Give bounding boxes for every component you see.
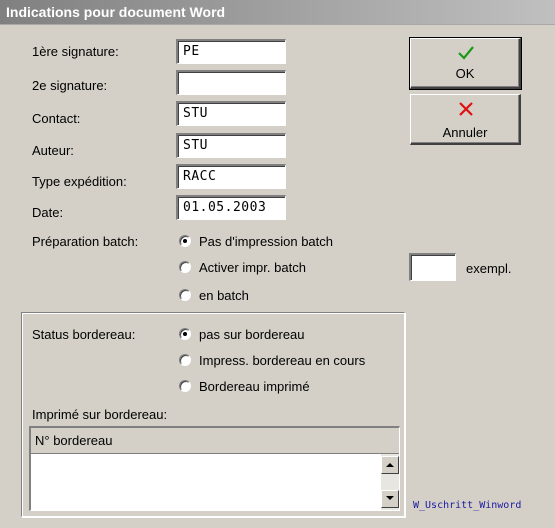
contact-field[interactable]: STU [176,101,286,126]
date-field[interactable]: 01.05.2003 [176,195,286,220]
radio-bordereau-printed[interactable] [179,380,191,392]
cancel-button[interactable]: Annuler [410,94,521,145]
radio-activate-batch-label: Activer impr. batch [199,260,306,275]
x-icon [459,102,473,116]
column-header-bordereau-number[interactable]: N° bordereau [31,428,399,454]
arrow-up-icon [386,463,394,467]
list-scrollbar[interactable] [381,454,399,510]
radio-no-batch[interactable] [179,235,191,247]
batch-label: Préparation batch: [32,234,139,249]
radio-bordereau-printing[interactable] [179,354,191,366]
scroll-up-button[interactable] [381,456,399,474]
second-signature-field[interactable] [176,70,286,95]
form-identifier: W_Uschritt_Winword [413,500,522,511]
title-bar: Indications pour document Word [0,0,555,25]
cancel-button-label: Annuler [442,125,488,140]
author-label: Auteur: [32,143,74,158]
bordereau-list[interactable]: N° bordereau [29,426,400,511]
dialog-window: Indications pour document Word 1ère sign… [0,0,555,528]
shipping-type-label: Type expédition: [32,174,127,189]
shipping-type-field[interactable]: RACC [176,164,286,189]
window-title: Indications pour document Word [6,4,226,20]
copies-label: exempl. [466,261,512,276]
radio-in-batch[interactable] [179,289,191,301]
date-label: Date: [32,205,64,220]
radio-not-on-bordereau-label: pas sur bordereau [199,327,305,342]
copies-field[interactable] [409,253,456,281]
scroll-down-button[interactable] [381,490,399,508]
radio-no-batch-label: Pas d'impression batch [199,234,333,249]
radio-bordereau-printing-label: Impress. bordereau en cours [199,353,366,368]
first-signature-field[interactable]: PE [176,39,286,64]
radio-in-batch-label: en batch [199,288,249,303]
first-signature-label: 1ère signature: [32,44,119,59]
ok-button-label: OK [455,66,475,81]
ok-button[interactable]: OK [409,37,522,90]
arrow-down-icon [386,496,394,500]
radio-not-on-bordereau[interactable] [179,328,191,340]
contact-label: Contact: [32,111,81,126]
check-icon [458,46,474,60]
radio-bordereau-printed-label: Bordereau imprimé [199,379,310,394]
radio-activate-batch[interactable] [179,261,191,273]
bordereau-status-label: Status bordereau: [32,327,136,342]
printed-on-bordereau-label: Imprimé sur bordereau: [32,407,168,422]
second-signature-label: 2e signature: [32,78,108,93]
author-field[interactable]: STU [176,133,286,158]
